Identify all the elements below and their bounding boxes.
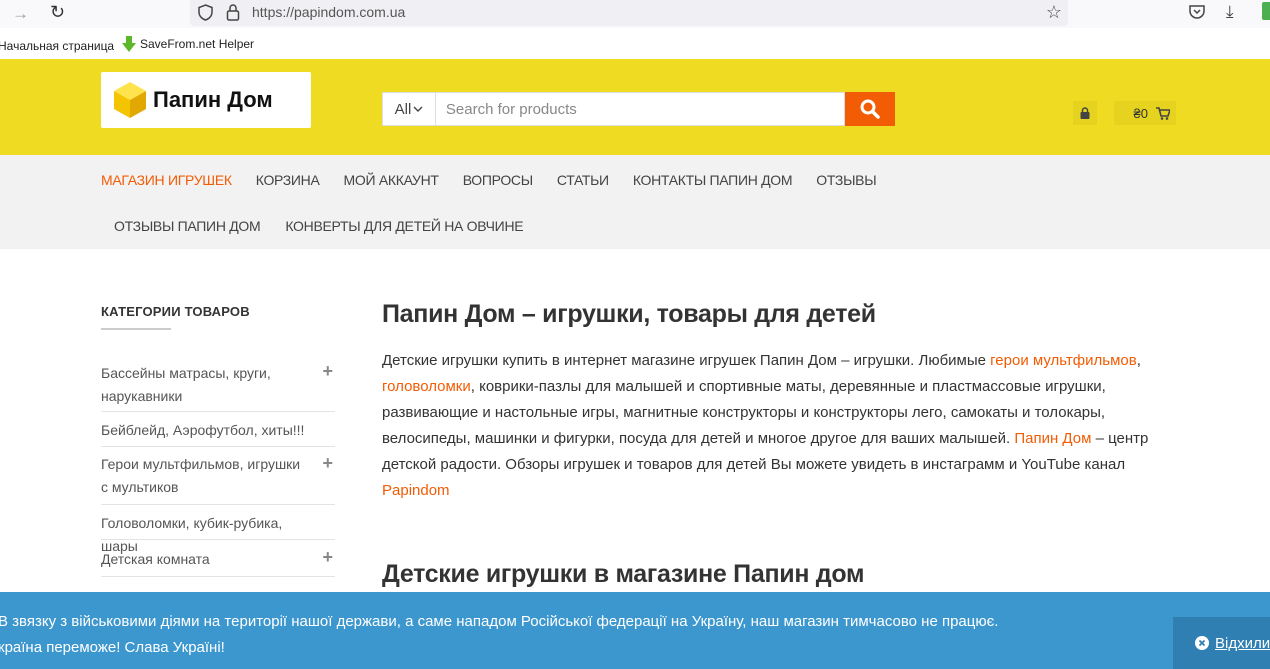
chevron-down-icon [413,106,423,112]
link-papindom-channel[interactable]: Papindom [382,482,450,499]
nav-item-cart[interactable]: КОРЗИНА [256,172,320,188]
account-button[interactable] [1073,101,1097,125]
bookmark-star-icon[interactable]: ☆ [1046,2,1062,23]
intro-text: , [1136,352,1141,369]
bookmarks-bar: Начальная страница SaveFrom.net Helper [0,34,1270,56]
site-header: Папин Дом All ₴0 [0,59,1270,155]
nav-item-articles[interactable]: СТАТЬИ [557,172,609,188]
intro-text: , коврики-пазлы для малышей и спортивные… [382,378,1106,447]
category-item[interactable]: Бейблейд, Аэрофутбол, хиты!!! [101,412,335,447]
search-button[interactable] [845,92,895,126]
page-title: Папин Дом – игрушки, товары для детей [382,300,876,328]
browser-toolbar: → ↻ https://papindom.com.ua ☆ ⤓ [0,0,1270,28]
notice-text-line-2: країна переможе! Слава Україні! [0,639,225,656]
notice-text-line-1: В звязку з військовими діями на територі… [0,613,999,630]
close-circle-icon [1195,636,1209,650]
section-heading: Детские игрушки в магазине Папин дом [382,560,865,588]
product-search: All [382,92,895,126]
category-label: Бейблейд, Аэрофутбол, хиты!!! [101,422,305,438]
nav-item-contacts[interactable]: КОНТАКТЫ ПАПИН ДОМ [633,172,793,188]
address-bar[interactable]: https://papindom.com.ua ☆ [190,0,1068,26]
intro-text: Детские игрушки купить в интернет магази… [382,352,991,369]
intro-paragraph: Детские игрушки купить в интернет магази… [382,348,1182,504]
dismiss-notice-button[interactable]: Відхили [1173,617,1270,669]
lock-icon[interactable] [226,3,240,21]
expand-plus-icon[interactable]: + [322,452,333,475]
cube-logo-icon [114,82,146,118]
reload-icon[interactable]: ↻ [50,2,65,23]
category-label: Бассейны матрасы, круги, нарукавники [101,365,271,404]
url-text[interactable]: https://papindom.com.ua [252,4,405,20]
category-item[interactable]: Детская комната + [101,540,335,577]
bookmark-home[interactable]: Начальная страница [0,39,114,53]
nav-row-2: ОТЗЫВЫ ПАПИН ДОМ КОНВЕРТЫ ДЛЯ ДЕТЕЙ НА О… [114,218,524,234]
category-list: Бассейны матрасы, круги, нарукавники + Б… [101,360,335,577]
category-label: Детская комната [101,551,210,567]
shield-icon[interactable] [198,4,213,21]
main-content: Папин Дом – игрушки, товары для детей Де… [382,300,1182,588]
download-icon[interactable]: ⤓ [1226,2,1234,22]
lock-icon [1080,107,1090,119]
nav-item-reviews[interactable]: ОТЗЫВЫ [816,172,876,188]
nav-item-papindom-reviews[interactable]: ОТЗЫВЫ ПАПИН ДОМ [114,218,261,234]
bookmark-savefrom[interactable]: SaveFrom.net Helper [122,36,254,52]
search-input[interactable] [435,92,846,126]
search-icon [860,99,880,119]
sidebar-title-underline [101,328,171,330]
bookmark-savefrom-label: SaveFrom.net Helper [140,37,255,51]
expand-plus-icon[interactable]: + [322,546,333,569]
sidebar-title: КАТЕГОРИИ ТОВАРОВ [101,304,250,319]
category-item[interactable]: Головоломки, кубик-рубика, шары [101,505,335,554]
category-item[interactable]: Герои мультфильмов, игрушки с мультиков … [101,447,335,505]
store-notice-bar: В звязку з військовими діями на територі… [0,592,1270,669]
category-label: Герои мультфильмов, игрушки с мультиков [101,456,301,495]
nav-item-my-account[interactable]: МОЙ АККАУНТ [344,172,439,188]
nav-row-1: МАГАЗИН ИГРУШЕК КОРЗИНА МОЙ АККАУНТ ВОПР… [101,172,877,188]
pocket-icon[interactable] [1188,3,1206,21]
cart-button[interactable]: ₴0 [1114,101,1176,125]
forward-arrow-icon[interactable]: → [12,4,29,24]
link-puzzles[interactable]: головоломки [382,378,471,395]
main-navigation: МАГАЗИН ИГРУШЕК КОРЗИНА МОЙ АККАУНТ ВОПР… [0,155,1270,249]
nav-item-toy-shop[interactable]: МАГАЗИН ИГРУШЕК [101,172,232,188]
product-categories-sidebar: КАТЕГОРИИ ТОВАРОВ Бассейны матрасы, круг… [101,304,335,577]
category-item[interactable]: Бассейны матрасы, круги, нарукавники + [101,360,335,412]
extension-icon[interactable] [1262,2,1270,20]
savefrom-arrow-icon [122,36,136,52]
dismiss-label: Відхили [1215,634,1270,652]
logo-text: Папин Дом [153,87,273,112]
site-logo[interactable]: Папин Дом [101,72,311,128]
nav-item-sheepskin-envelopes[interactable]: КОНВЕРТЫ ДЛЯ ДЕТЕЙ НА ОВЧИНЕ [285,218,523,234]
nav-item-questions[interactable]: ВОПРОСЫ [463,172,533,188]
cart-total: ₴0 [1133,105,1148,121]
search-category-select[interactable]: All [382,92,436,126]
cart-icon [1156,106,1170,120]
link-cartoon-heroes[interactable]: герои мультфильмов [990,352,1137,369]
search-category-value: All [394,100,412,118]
expand-plus-icon[interactable]: + [322,360,333,383]
link-papin-dom[interactable]: Папин Дом [1014,430,1091,447]
